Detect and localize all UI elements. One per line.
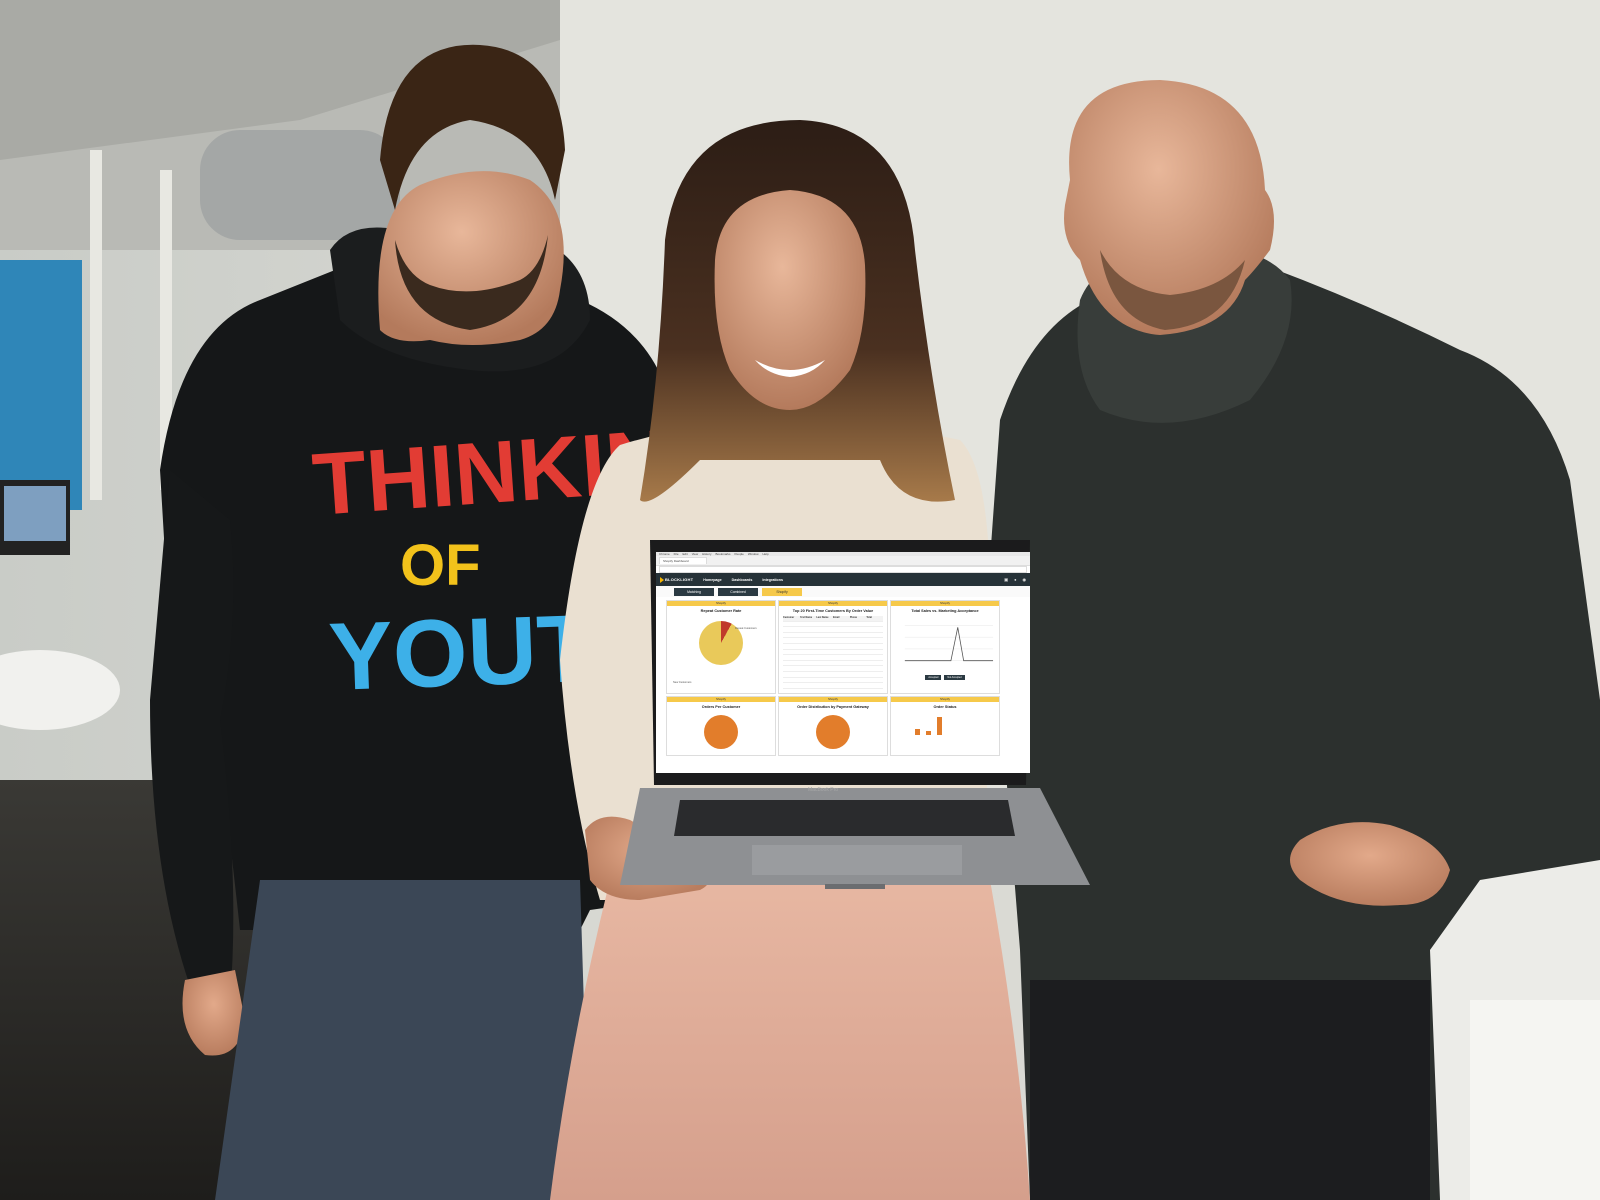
menu-item[interactable]: File bbox=[674, 552, 679, 556]
card-header: Shopify bbox=[779, 697, 887, 702]
menu-item[interactable]: View bbox=[692, 552, 698, 556]
laptop-model-label: MacBook Pro bbox=[808, 787, 839, 793]
hoodie-text-line2: OF bbox=[400, 533, 481, 598]
card-header: Shopify bbox=[779, 601, 887, 606]
not-accepted-button[interactable]: Not Accepted bbox=[944, 675, 965, 680]
menu-item[interactable]: Window bbox=[748, 552, 759, 556]
card-title: Total Sales vs. Marketing Acceptance bbox=[911, 609, 979, 613]
card-order-distribution: Shopify Order Distribution by Payment Ga… bbox=[778, 696, 888, 756]
card-order-status: Shopify Order Status bbox=[890, 696, 1000, 756]
notification-icon[interactable]: ▣ bbox=[1004, 577, 1008, 582]
menu-item[interactable]: Help bbox=[763, 552, 769, 556]
dashboard-grid: Shopify Repeat Customer Rate Repeat Cust… bbox=[656, 597, 1030, 756]
bar bbox=[926, 731, 931, 735]
menu-item[interactable]: History bbox=[702, 552, 711, 556]
menu-item[interactable]: Bookmarks bbox=[715, 552, 730, 556]
dashboard-subtabs: Matching Combined Shopify bbox=[656, 586, 1030, 597]
card-title: Order Status bbox=[933, 705, 957, 709]
nav-homepage[interactable]: Homepage bbox=[703, 578, 721, 582]
menu-item[interactable]: Edit bbox=[683, 552, 688, 556]
column-header[interactable]: Total bbox=[866, 616, 883, 621]
column-header[interactable]: First Name bbox=[800, 616, 817, 621]
legend-new: New Customers bbox=[673, 681, 692, 684]
legend-repeat: Repeat Customers bbox=[735, 627, 757, 630]
card-header: Shopify bbox=[891, 601, 999, 606]
table-row[interactable] bbox=[783, 683, 883, 689]
card-title: Repeat Customer Rate bbox=[700, 609, 742, 613]
card-title: Top 20 First-Time Customers By Order Val… bbox=[792, 609, 874, 613]
sales-line bbox=[904, 627, 994, 662]
tab-matching[interactable]: Matching bbox=[674, 587, 714, 596]
bar bbox=[915, 729, 920, 735]
laptop-screen: Chrome File Edit View History Bookmarks … bbox=[656, 552, 1030, 773]
browser-tab[interactable]: Shopify Dashboard bbox=[659, 557, 707, 564]
card-header: Shopify bbox=[667, 697, 775, 702]
nav-right-icons: ▣ ● ◉ bbox=[1004, 577, 1026, 582]
accepted-button[interactable]: Accepted bbox=[925, 675, 942, 680]
sales-toggle-buttons: Accepted Not Accepted bbox=[891, 675, 999, 680]
order-status-bars bbox=[915, 713, 999, 735]
column-header[interactable]: Phone bbox=[850, 616, 867, 621]
url-bar[interactable] bbox=[659, 566, 1027, 573]
card-orders-per-customer: Shopify Orders Per Customer bbox=[666, 696, 776, 756]
app-navbar: BLOCKLIGHT Homepage Dashboards Integrati… bbox=[656, 573, 1030, 586]
tab-combined[interactable]: Combined bbox=[718, 587, 758, 596]
tab-shopify[interactable]: Shopify bbox=[762, 587, 802, 596]
customers-table: Customer First Name Last Name Email Phon… bbox=[783, 616, 883, 689]
brand-logo[interactable]: BLOCKLIGHT bbox=[660, 577, 693, 583]
sales-line-chart bbox=[904, 625, 994, 662]
settings-icon[interactable]: ◉ bbox=[1023, 577, 1027, 582]
menu-item[interactable]: People bbox=[735, 552, 744, 556]
column-header[interactable]: Last Name bbox=[816, 616, 833, 621]
column-header[interactable]: Customer bbox=[783, 616, 800, 621]
column-header[interactable]: Email bbox=[833, 616, 850, 621]
card-title: Orders Per Customer bbox=[701, 705, 741, 709]
card-total-sales: Shopify Total Sales vs. Marketing Accept… bbox=[890, 600, 1000, 694]
card-title: Order Distribution by Payment Gateway bbox=[797, 705, 869, 709]
card-header: Shopify bbox=[667, 601, 775, 606]
orders-per-customer-pie bbox=[704, 715, 738, 749]
nav-integrations[interactable]: Integrations bbox=[762, 578, 783, 582]
browser-tabbar: Shopify Dashboard bbox=[656, 556, 1030, 566]
user-icon[interactable]: ● bbox=[1014, 577, 1016, 582]
bar bbox=[937, 717, 942, 735]
menu-item[interactable]: Chrome bbox=[659, 552, 670, 556]
card-header: Shopify bbox=[891, 697, 999, 702]
card-top-20-customers: Shopify Top 20 First-Time Customers By O… bbox=[778, 600, 888, 694]
card-repeat-customer-rate: Shopify Repeat Customer Rate Repeat Cust… bbox=[666, 600, 776, 694]
nav-dashboards[interactable]: Dashboards bbox=[732, 578, 753, 582]
order-distribution-pie bbox=[816, 715, 850, 749]
